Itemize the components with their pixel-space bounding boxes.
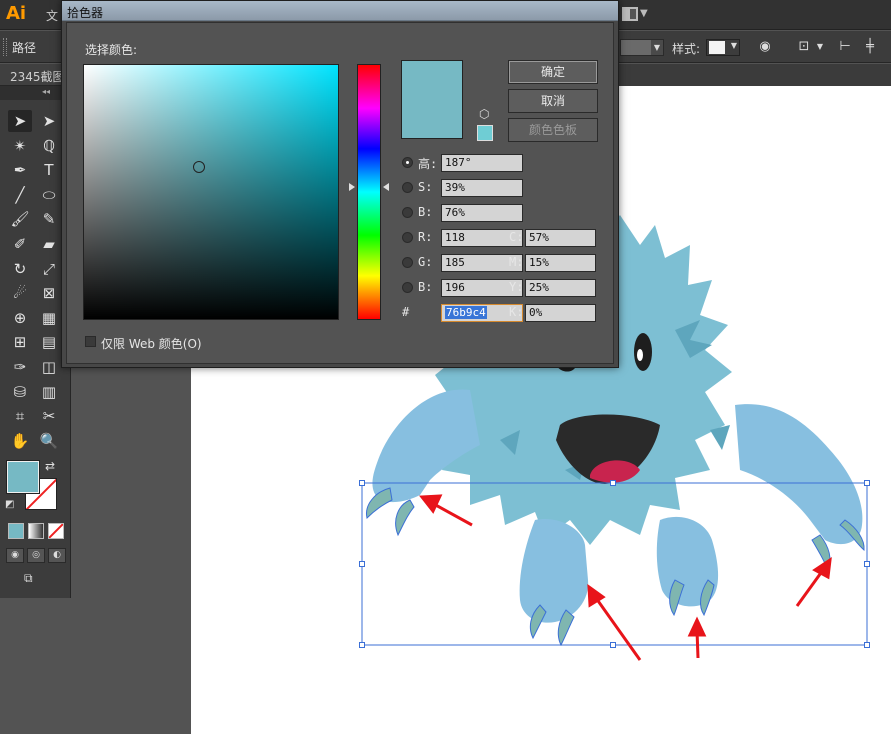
color-cursor[interactable] [193, 161, 205, 173]
draw-inside-icon[interactable]: ◐ [48, 548, 66, 563]
lasso-tool-icon[interactable]: ℚ [37, 135, 61, 157]
free-transform-tool-icon[interactable]: ⊠ [37, 282, 61, 304]
web-colors-only-label: 仅限 Web 颜色(O) [101, 337, 202, 351]
shape-builder-tool-icon[interactable]: ⊕ [8, 307, 32, 329]
black-label: K: [509, 305, 524, 319]
rotate-tool-icon[interactable]: ↻ [8, 258, 32, 280]
draw-behind-icon[interactable]: ◎ [27, 548, 45, 563]
color-mode-button[interactable] [8, 523, 24, 539]
eyedropper-tool-icon[interactable]: ✑ [8, 356, 32, 378]
line-tool-icon[interactable]: ╱ [8, 184, 32, 206]
monster-left-leg [519, 519, 589, 623]
red-radio[interactable] [402, 232, 413, 243]
brightness-radio[interactable] [402, 207, 413, 218]
hue-label: 高: [418, 157, 438, 171]
selection-tool-icon[interactable]: ➤ [8, 110, 32, 132]
symbol-sprayer-tool-icon[interactable]: ⛁ [8, 381, 32, 403]
swap-fill-stroke-icon[interactable]: ⇄ [45, 459, 55, 473]
hue-slider-handle-right[interactable] [383, 183, 389, 191]
color-swatches-button[interactable]: 颜色色板 [508, 118, 598, 142]
mesh-tool-icon[interactable]: ⊞ [8, 331, 32, 353]
select-color-label: 选择颜色: [85, 43, 138, 57]
saturation-brightness-field[interactable] [83, 64, 339, 320]
black-input[interactable]: 0% [525, 304, 596, 322]
pencil-tool-icon[interactable]: ✎ [37, 208, 61, 230]
hue-input[interactable]: 187° [441, 154, 523, 172]
hand-tool-icon[interactable]: ✋ [8, 430, 32, 452]
web-safe-color-swatch[interactable] [477, 125, 493, 141]
cyan-label: C: [509, 230, 524, 244]
yellow-label: Y: [509, 280, 524, 294]
blue-radio[interactable] [402, 282, 413, 293]
monster-eye [634, 333, 652, 371]
gradient-mode-button[interactable] [28, 523, 44, 539]
monster-left-arm [372, 389, 480, 503]
magenta-label: M: [509, 255, 524, 269]
draw-normal-icon[interactable]: ◉ [6, 548, 24, 563]
gradient-tool-icon[interactable]: ▤ [37, 331, 61, 353]
blend-tool-icon[interactable]: ◫ [37, 356, 61, 378]
artboard-tool-icon[interactable]: ⌗ [8, 405, 32, 427]
ok-button[interactable]: 确定 [508, 60, 598, 84]
screen-mode-icon[interactable]: ⧉ [24, 571, 44, 586]
slice-tool-icon[interactable]: ✂ [37, 405, 61, 427]
blue-label: B: [418, 280, 433, 294]
magic-wand-tool-icon[interactable]: ✴ [8, 135, 32, 157]
hex-label: # [402, 305, 410, 319]
hex-value: 76b9c4 [445, 306, 487, 319]
ellipse-tool-icon[interactable]: ⬭ [37, 184, 61, 206]
eraser-tool-icon[interactable]: ▰ [37, 233, 61, 255]
saturation-radio[interactable] [402, 182, 413, 193]
type-tool-icon[interactable]: T [37, 159, 61, 181]
new-color-preview [401, 60, 463, 139]
magenta-input[interactable]: 15% [525, 254, 596, 272]
yellow-input[interactable]: 25% [525, 279, 596, 297]
out-of-gamut-cube-icon[interactable]: ⬡ [479, 107, 489, 121]
brightness-input[interactable]: 76% [441, 204, 523, 222]
hue-radio[interactable] [402, 157, 413, 168]
green-label: G: [418, 255, 433, 269]
collapse-panel-icon[interactable]: ◂◂ [0, 86, 70, 100]
hue-slider[interactable] [357, 64, 381, 320]
pen-tool-icon[interactable]: ✒ [8, 159, 32, 181]
blob-brush-tool-icon[interactable]: ✐ [8, 233, 32, 255]
cyan-input[interactable]: 57% [525, 229, 596, 247]
none-mode-button[interactable] [48, 523, 64, 539]
saturation-label: S: [418, 180, 433, 194]
column-graph-tool-icon[interactable]: ▥ [37, 381, 61, 403]
scale-tool-icon[interactable]: ⤢ [37, 258, 61, 280]
zoom-tool-icon[interactable]: 🔍 [37, 430, 61, 452]
fill-color-swatch[interactable] [7, 461, 39, 493]
dialog-title[interactable]: 拾色器 [62, 1, 618, 21]
dialog-body: 选择颜色: ⬡ 确定 取消 颜色色板 高: 187° S: 39% B: 76% [66, 22, 614, 364]
green-radio[interactable] [402, 257, 413, 268]
perspective-grid-tool-icon[interactable]: ▦ [37, 307, 61, 329]
paintbrush-tool-icon[interactable]: 🖌 [8, 208, 32, 230]
warp-tool-icon[interactable]: ☄ [8, 282, 32, 304]
brightness-label: B: [418, 205, 433, 219]
web-colors-only-checkbox[interactable] [85, 336, 96, 347]
cancel-button[interactable]: 取消 [508, 89, 598, 113]
direct-selection-tool-icon[interactable]: ➤ [37, 110, 61, 132]
red-label: R: [418, 230, 433, 244]
saturation-input[interactable]: 39% [441, 179, 523, 197]
hue-slider-handle-left[interactable] [349, 183, 355, 191]
default-fill-stroke-icon[interactable]: ◩ [5, 499, 17, 511]
color-picker-dialog: 拾色器 选择颜色: ⬡ 确定 取消 颜色色板 高: 187° S: 39% B:… [61, 0, 619, 368]
